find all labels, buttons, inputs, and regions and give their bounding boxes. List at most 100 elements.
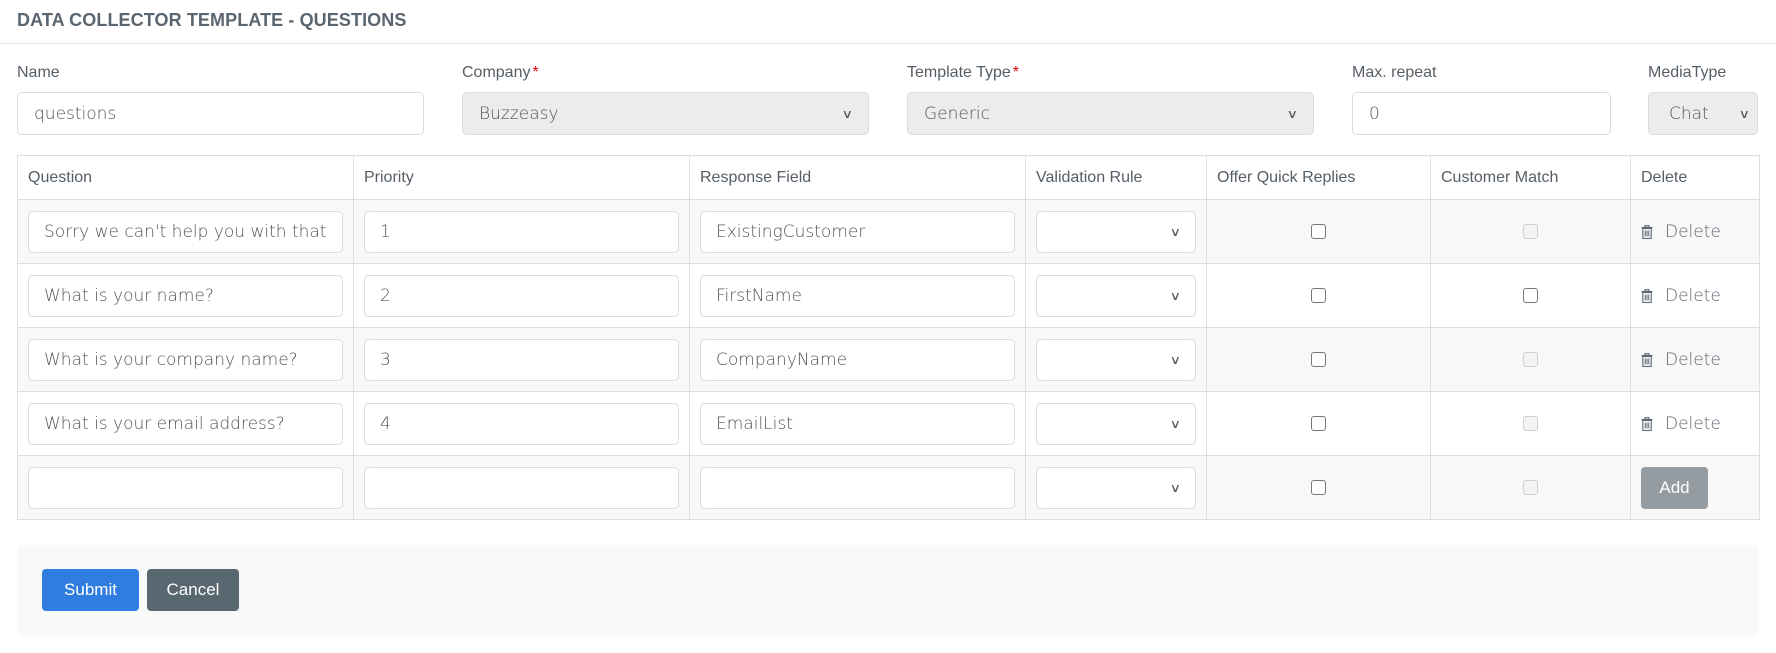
delete-button[interactable]: Delete [1641,222,1749,242]
delete-cell: Delete [1630,199,1760,264]
company-field: Company * Buzzeasy ∨ [462,64,869,135]
response-field-input[interactable]: FirstName [700,274,1015,317]
question-value: What is your name? [44,285,214,306]
priority-cell: 1 [353,199,690,264]
company-label-text: Company [462,64,531,81]
offer-quick-replies-checkbox[interactable] [1311,416,1326,431]
cancel-button[interactable]: Cancel [147,569,239,611]
company-value: Buzzeasy [479,103,559,124]
response-field-input[interactable]: ExistingCustomer [700,210,1015,253]
questions-table: Question Priority Response Field Validat… [17,155,1760,520]
max-repeat-field: Max. repeat 0 [1352,64,1611,135]
trash-icon [1641,288,1653,303]
max-repeat-label: Max. repeat [1352,64,1437,81]
validation-rule-select[interactable]: ∨ [1036,338,1196,381]
priority-input[interactable]: 2 [364,274,679,317]
priority-input[interactable]: 3 [364,338,679,381]
header-divider [0,43,1776,44]
submit-button[interactable]: Submit [42,569,139,611]
media-type-select[interactable]: Chat ∨ [1648,92,1758,135]
template-type-label-text: Template Type [907,64,1011,81]
new-offer-quick-replies-checkbox[interactable] [1311,480,1326,495]
question-input[interactable]: What is your company name? [28,338,343,381]
add-button[interactable]: Add [1641,466,1708,509]
customer-match-checkbox[interactable] [1523,288,1538,303]
question-input[interactable]: What is your email address? [28,402,343,445]
delete-label: Delete [1665,413,1721,434]
customer-match-checkbox [1523,352,1538,367]
validation-rule-cell: ∨ [1025,263,1207,328]
new-customer-match-checkbox [1523,480,1538,495]
chevron-down-icon: ∨ [1169,416,1182,431]
validation-rule-select[interactable]: ∨ [1036,274,1196,317]
offer-quick-replies-checkbox[interactable] [1311,288,1326,303]
response-field-cell [689,455,1026,520]
response-field-input[interactable]: CompanyName [700,338,1015,381]
name-field: Name questions [17,64,424,135]
priority-input[interactable]: 1 [364,210,679,253]
name-input[interactable]: questions [17,92,424,135]
customer-match-cell [1430,391,1631,456]
chevron-down-icon: ∨ [841,106,854,121]
company-select[interactable]: Buzzeasy ∨ [462,92,869,135]
template-type-field: Template Type * Generic ∨ [907,64,1314,135]
question-cell [17,455,354,520]
priority-value: 1 [380,221,391,242]
question-value: What is your email address? [44,413,285,434]
media-type-value: Chat [1669,103,1709,124]
table-row: What is your email address? 4 EmailList ∨ De… [17,391,1760,456]
new-priority-input[interactable] [364,466,679,509]
trash-icon [1641,224,1653,239]
delete-button[interactable]: Delete [1641,286,1749,306]
delete-label: Delete [1665,221,1721,242]
add-cell: Add [1630,455,1760,520]
column-header-customer-match: Customer Match [1430,155,1631,200]
max-repeat-value: 0 [1369,103,1380,124]
new-response-field-input[interactable] [700,466,1015,509]
delete-label: Delete [1665,349,1721,370]
trash-icon [1641,352,1653,367]
delete-cell: Delete [1630,391,1760,456]
offer-quick-replies-checkbox[interactable] [1311,352,1326,367]
new-row: ∨ Add [17,455,1760,520]
offer-quick-replies-cell [1206,263,1431,328]
priority-input[interactable]: 4 [364,402,679,445]
customer-match-checkbox [1523,224,1538,239]
customer-match-cell [1430,327,1631,392]
new-validation-rule-select[interactable]: ∨ [1036,466,1196,509]
offer-quick-replies-checkbox[interactable] [1311,224,1326,239]
response-field-input[interactable]: EmailList [700,402,1015,445]
response-field-value: FirstName [716,285,802,306]
response-field-value: CompanyName [716,349,848,370]
question-input[interactable]: What is your name? [28,274,343,317]
template-type-select[interactable]: Generic ∨ [907,92,1314,135]
priority-value: 3 [380,349,391,370]
question-value: What is your company name? [44,349,298,370]
max-repeat-input[interactable]: 0 [1352,92,1611,135]
chevron-down-icon: ∨ [1286,106,1299,121]
priority-cell [353,455,690,520]
new-question-input[interactable] [28,466,343,509]
offer-quick-replies-cell [1206,327,1431,392]
offer-quick-replies-cell [1206,199,1431,264]
column-header-offer-quick-replies: Offer Quick Replies [1206,155,1431,200]
table-row: Sorry we can't help you with that 1 Existi… [17,199,1760,264]
validation-rule-select[interactable]: ∨ [1036,210,1196,253]
validation-rule-select[interactable]: ∨ [1036,402,1196,445]
chevron-down-icon: ∨ [1169,288,1182,303]
delete-button[interactable]: Delete [1641,350,1749,370]
question-input[interactable]: Sorry we can't help you with that [28,210,343,253]
response-field-cell: EmailList [689,391,1026,456]
response-field-cell: ExistingCustomer [689,199,1026,264]
question-cell: Sorry we can't help you with that [17,199,354,264]
priority-value: 4 [380,413,391,434]
priority-cell: 4 [353,391,690,456]
column-header-response-field: Response Field [689,155,1026,200]
priority-cell: 2 [353,263,690,328]
template-type-value: Generic [924,103,990,124]
chevron-down-icon: ∨ [1738,106,1751,121]
delete-button[interactable]: Delete [1641,414,1749,434]
column-header-question: Question [17,155,354,200]
column-header-validation-rule: Validation Rule [1025,155,1207,200]
required-mark: * [532,64,539,81]
